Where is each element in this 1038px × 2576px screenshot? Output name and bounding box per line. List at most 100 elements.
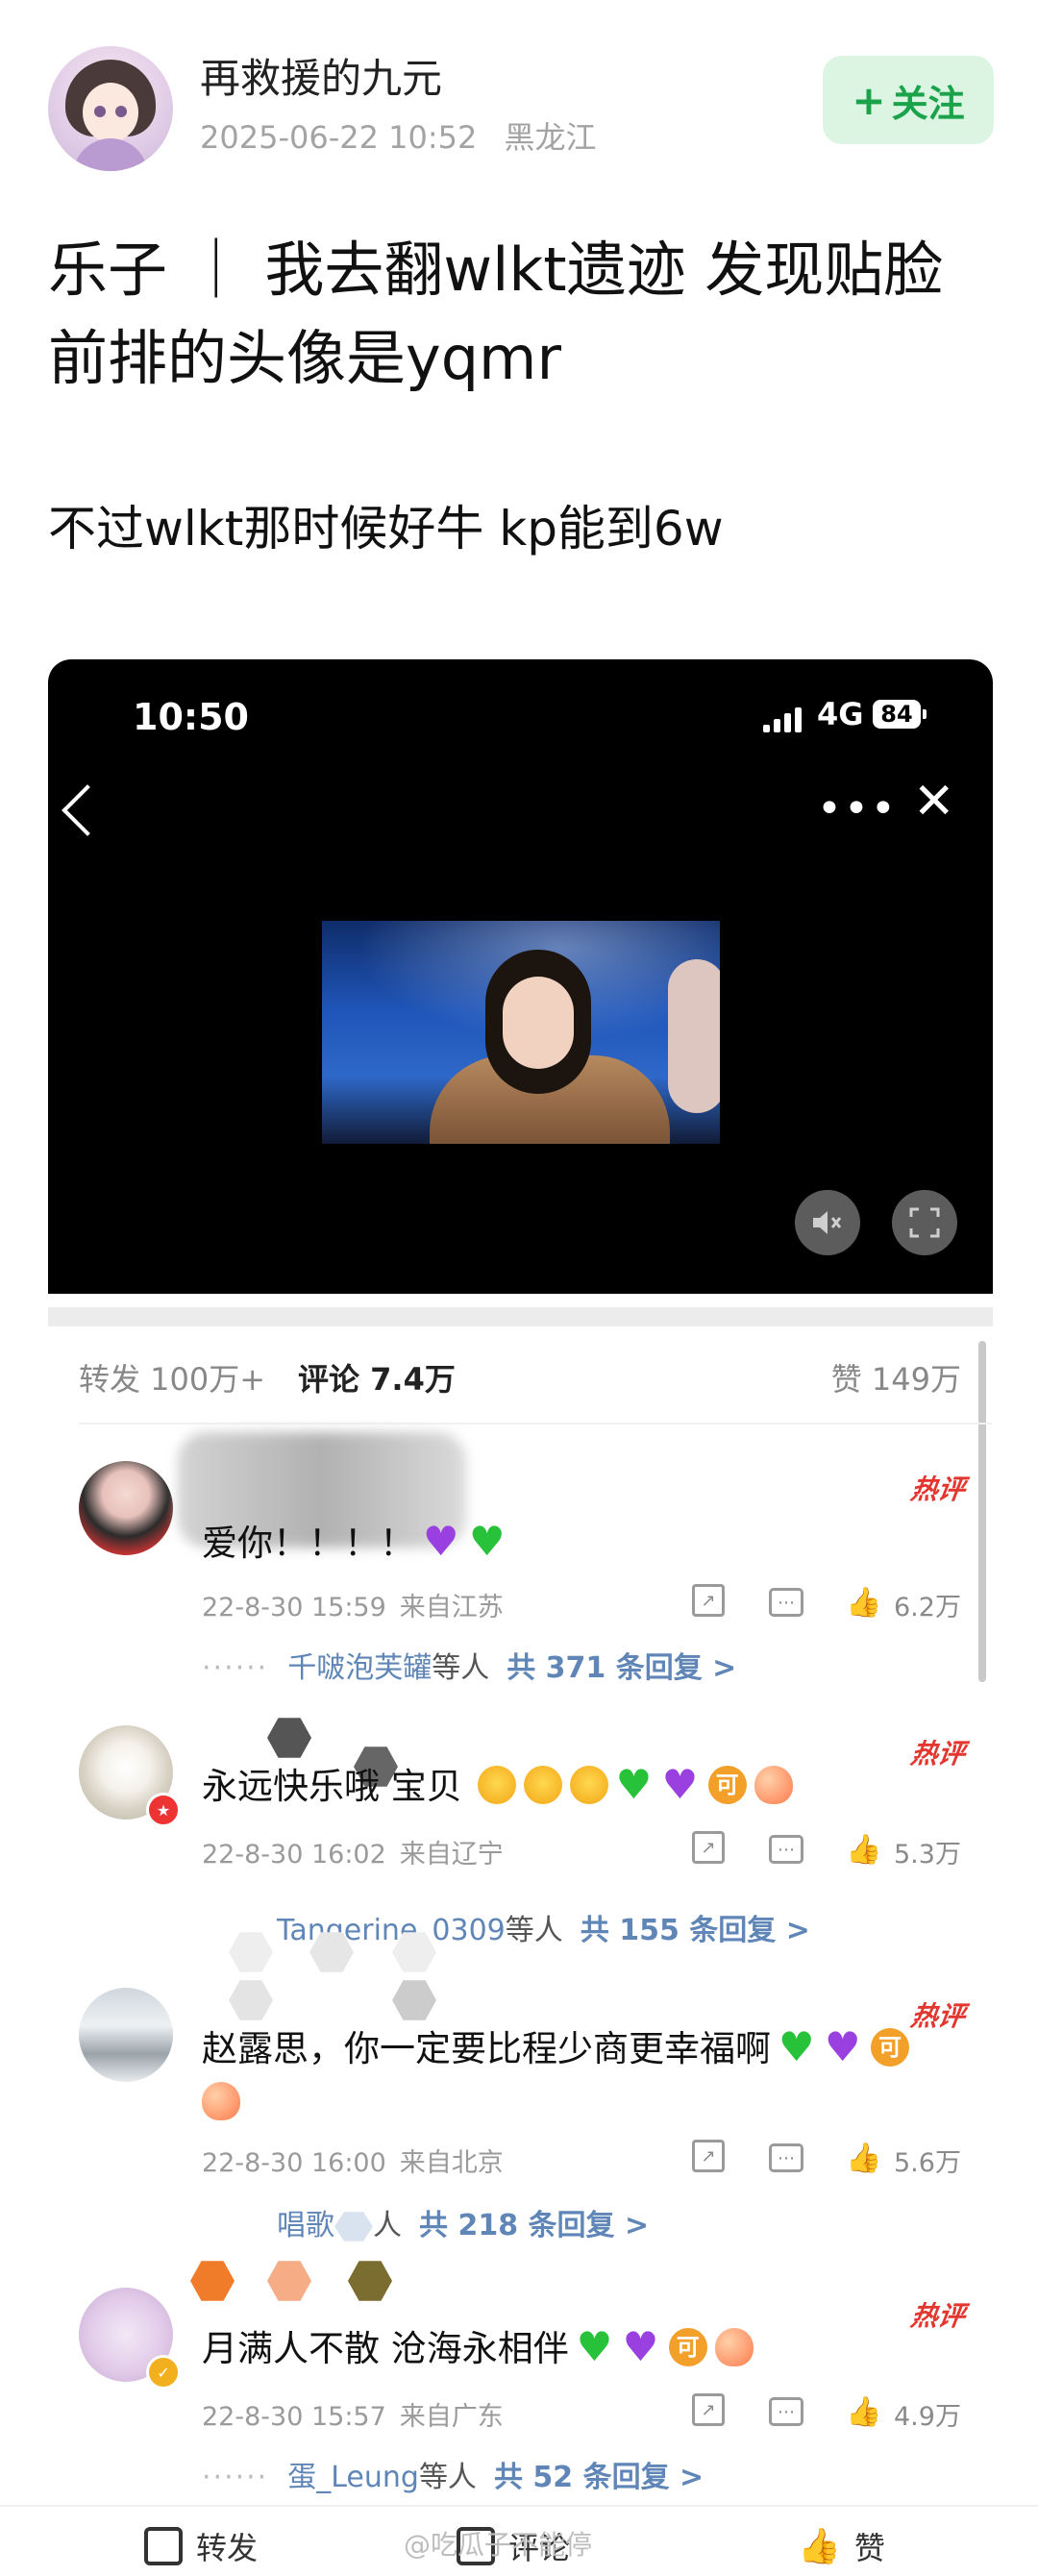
battery-tip — [923, 709, 927, 719]
commenter-avatar[interactable] — [79, 1988, 173, 2082]
peach-emoji — [202, 2081, 240, 2120]
signal-icon — [763, 707, 805, 732]
bottom-divider — [0, 2505, 1038, 2507]
ke-emoji: 可 — [668, 2327, 707, 2366]
fullscreen-icon[interactable] — [892, 1190, 957, 1255]
purple-heart-emoji: ♥ — [661, 1760, 699, 1808]
share-icon[interactable]: ↗ — [692, 1831, 725, 1864]
tab-comments[interactable]: 评论 7.4万 — [298, 1355, 456, 1399]
video-frame[interactable] — [322, 921, 720, 1144]
reply-total: 共 371 条回复 > — [507, 1651, 737, 1685]
green-heart-emoji: ♥ — [778, 2022, 815, 2070]
green-heart-emoji: ♥ — [576, 2322, 613, 2370]
green-heart-emoji: ♥ — [469, 1517, 506, 1565]
post-timestamp: 2025-06-22 10:52 — [200, 119, 478, 156]
comment-date: 22-8-30 16:02 — [202, 1840, 386, 1870]
more-icon[interactable]: ••• — [817, 784, 898, 833]
embedded-video-screenshot[interactable]: 10:50 4G 84 ••• ✕ — [48, 659, 993, 1294]
blush-emoji — [569, 1765, 608, 1804]
reply-icon[interactable]: ⋯ — [769, 1588, 803, 1617]
comment-meta: 22-8-30 16:00 来自北京 — [202, 2142, 504, 2179]
section-separator — [48, 1307, 993, 1326]
battery-icon: 84 — [873, 700, 921, 729]
follow-label: 关注 — [891, 82, 965, 125]
like-label: 赞 — [853, 2530, 885, 2566]
reply-users: 唱歌 — [277, 2209, 334, 2242]
back-icon[interactable] — [62, 784, 113, 836]
comment-meta: 22-8-30 15:59 来自江苏 — [202, 1586, 504, 1623]
comment-body: 爱你！！！！ — [202, 1523, 415, 1564]
tab-likes[interactable]: 赞 149万 — [831, 1355, 961, 1399]
like-icon[interactable]: 👍 — [846, 2140, 882, 2176]
comment-date: 22-8-30 15:59 — [202, 1593, 386, 1622]
redacted-name — [267, 1718, 311, 1758]
blush-emoji — [523, 1765, 562, 1804]
comment-region: 来自江苏 — [399, 1593, 504, 1622]
mute-icon[interactable] — [795, 1190, 860, 1255]
reply-suffix: 等人 — [505, 1914, 563, 1947]
like-icon[interactable]: 👍 — [846, 1584, 882, 1621]
like-count: 5.6万 — [894, 2148, 961, 2178]
like-icon[interactable]: 👍 — [846, 2393, 882, 2430]
reply-users: 蛋_Leung — [287, 2461, 419, 2494]
share-icon[interactable]: ↗ — [692, 2393, 725, 2426]
comment-meta: 22-8-30 16:02 来自辽宁 — [202, 1833, 504, 1870]
commenter-avatar[interactable] — [79, 1461, 173, 1555]
reply-icon[interactable]: ⋯ — [769, 1835, 803, 1864]
repost-button[interactable]: 转发 — [144, 2524, 258, 2568]
scrollbar[interactable] — [978, 1341, 986, 1682]
reply-icon[interactable]: ⋯ — [769, 2143, 803, 2172]
like-count: 6.2万 — [894, 1593, 961, 1622]
comment-body: 永远快乐哦 宝贝 — [202, 1766, 462, 1807]
comment-meta: 22-8-30 15:57 来自广东 — [202, 2395, 504, 2433]
thumbs-up-icon: 👍 — [798, 2527, 841, 2566]
purple-heart-emoji: ♥ — [622, 2322, 659, 2370]
watermark: @吃瓜子不能停 — [404, 2529, 593, 2561]
ke-emoji: 可 — [707, 1765, 747, 1804]
reply-summary[interactable]: ······ 千啵泡芙罐等人共 371 条回复 > — [202, 1644, 736, 1686]
status-time: 10:50 — [133, 696, 249, 738]
author-name[interactable]: 再救援的九元 — [200, 46, 442, 105]
verified-badge: ✓ — [146, 2355, 181, 2390]
comment-region: 来自北京 — [399, 2148, 504, 2178]
comment-actions: ↗ ⋯ 👍 6.2万 — [692, 1584, 971, 1626]
reply-summary[interactable]: Tangerine_0309等人共 155 条回复 > — [277, 1906, 810, 1948]
reply-summary[interactable]: 唱歌 人共 218 条回复 > — [277, 2201, 649, 2243]
comment-body: 赵露思，你一定要比程少商更幸福啊 — [202, 2028, 771, 2069]
comment-text: 赵露思，你一定要比程少商更幸福啊 ♥ ♥ 可 — [202, 2022, 952, 2130]
post-location: 黑龙江 — [504, 119, 597, 156]
verified-badge: ★ — [146, 1793, 181, 1827]
reply-suffix: 等人 — [418, 2461, 477, 2494]
peach-emoji — [754, 1765, 793, 1804]
peach-emoji — [714, 2327, 754, 2366]
repost-label: 转发 — [196, 2530, 259, 2566]
green-heart-emoji: ♥ — [615, 1760, 653, 1808]
post-title: 乐子 ｜ 我去翻wlkt遗迹 发现贴脸前排的头像是yqmr — [48, 235, 944, 393]
purple-heart-emoji: ♥ — [423, 1517, 459, 1565]
ke-emoji: 可 — [871, 2027, 909, 2067]
like-button[interactable]: 👍 赞 — [798, 2524, 885, 2568]
follow-button[interactable]: + 关注 — [823, 56, 994, 144]
close-icon[interactable]: ✕ — [913, 773, 955, 830]
tab-repost[interactable]: 转发 100万+ — [79, 1355, 265, 1399]
comment-text: 爱你！！！！ ♥ ♥ — [202, 1517, 952, 1571]
redacted-name — [229, 1932, 273, 1972]
comment-actions: ↗ ⋯ 👍 5.6万 — [692, 2140, 971, 2182]
comment-body: 月满人不散 沧海永相伴 — [202, 2328, 569, 2369]
redacted-name — [392, 1980, 436, 2020]
like-icon[interactable]: 👍 — [846, 1831, 882, 1868]
reply-total: 共 218 条回复 > — [419, 2209, 650, 2242]
share-icon[interactable]: ↗ — [692, 1584, 725, 1617]
author-avatar[interactable] — [48, 46, 173, 171]
reply-icon[interactable]: ⋯ — [769, 2397, 803, 2426]
hot-comment-badge: 热评 — [908, 1474, 968, 1505]
comment-actions: ↗ ⋯ 👍 5.3万 — [692, 1831, 971, 1873]
network-label: 4G — [817, 696, 864, 732]
reply-total: 共 52 条回复 > — [493, 2461, 704, 2494]
reply-summary[interactable]: ······ 蛋_Leung等人共 52 条回复 > — [202, 2453, 704, 2495]
share-icon[interactable]: ↗ — [692, 2140, 725, 2172]
like-count: 5.3万 — [894, 1840, 961, 1870]
reply-total: 共 155 条回复 > — [580, 1914, 810, 1947]
reply-users: 千啵泡芙罐 — [287, 1651, 432, 1685]
repost-icon — [144, 2527, 183, 2565]
